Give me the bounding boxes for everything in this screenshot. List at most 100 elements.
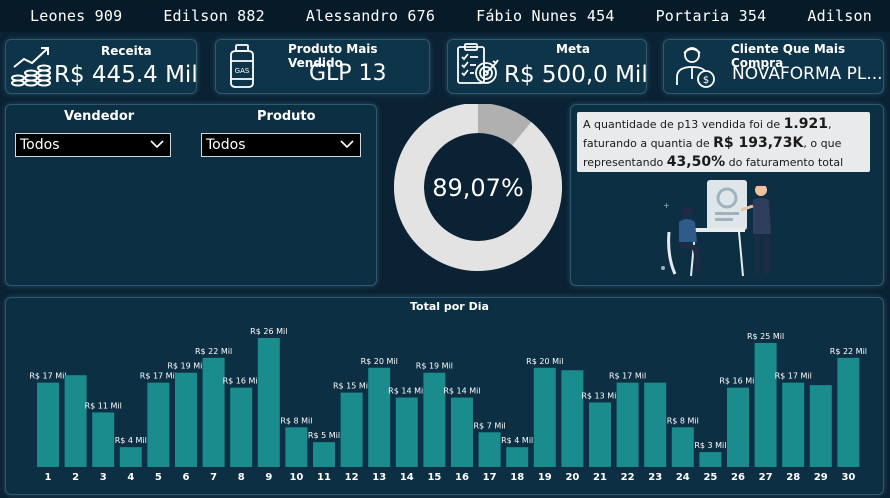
bar-day-25[interactable]: [699, 452, 722, 467]
money-growth-icon: [11, 47, 51, 87]
x-tick-label: 25: [703, 472, 717, 483]
bar-day-19[interactable]: [533, 367, 556, 467]
bar-data-label: R$ 8 Mil: [667, 416, 699, 425]
bar-day-14[interactable]: [395, 397, 418, 467]
bar-data-label: R$ 4 Mil: [115, 436, 147, 445]
bar-data-label: R$ 3 Mil: [694, 441, 726, 450]
bar-day-12[interactable]: [340, 392, 363, 467]
bar-day-10[interactable]: [285, 427, 308, 467]
chevron-down-icon: [340, 140, 354, 149]
ticker-item: Edilson 882: [163, 7, 265, 25]
x-tick-label: 18: [510, 472, 524, 483]
bar-data-label: R$ 7 Mil: [474, 421, 506, 430]
bar-day-3[interactable]: [92, 412, 115, 467]
svg-text:+: +: [663, 201, 670, 210]
kpi-value: R$ 500,0 Mil: [504, 62, 648, 88]
bar-day-22[interactable]: [616, 382, 639, 467]
bar-data-label: R$ 4 Mil: [501, 436, 533, 445]
bar-day-28[interactable]: [782, 382, 805, 467]
bar-day-21[interactable]: [589, 402, 611, 468]
bar-day-8[interactable]: [230, 387, 253, 467]
bar-data-label: R$ 20 Mil: [526, 357, 563, 366]
bar-data-label: R$ 16 Mil: [719, 377, 756, 386]
x-tick-label: 8: [238, 472, 245, 483]
bar-data-label: R$ 14 Mil: [388, 387, 425, 396]
kpi-cliente-card: $ Cliente Que Mais Compra NOVAFORMA PL..…: [663, 39, 884, 94]
gas-cylinder-icon: GAS: [230, 44, 254, 88]
vendedor-dropdown[interactable]: Todos: [15, 133, 171, 157]
kpi-receita-card: Receita R$ 445.4 Mil: [5, 39, 198, 94]
produto-label: Produto: [257, 109, 316, 124]
bar-day-2[interactable]: [64, 375, 87, 467]
bar-day-4[interactable]: [119, 447, 142, 467]
bar-data-label: R$ 19 Mil: [167, 362, 204, 371]
produto-dropdown[interactable]: Todos: [201, 133, 361, 157]
bar-day-16[interactable]: [451, 397, 473, 467]
bar-day-15[interactable]: [423, 372, 446, 467]
x-tick-label: 1: [45, 472, 52, 483]
bar-data-label: R$ 20 Mil: [361, 357, 398, 366]
bar-day-5[interactable]: [147, 382, 170, 467]
x-tick-label: 27: [759, 472, 773, 483]
kpi-value: R$ 445.4 Mil: [54, 62, 198, 88]
x-tick-label: 13: [372, 472, 386, 483]
bar-day-6[interactable]: [175, 372, 197, 467]
x-tick-label: 10: [289, 472, 303, 483]
x-tick-label: 24: [676, 472, 690, 483]
ticker-item: Fábio Nunes 454: [476, 7, 615, 25]
bar-day-29[interactable]: [809, 385, 832, 467]
ticker-bar: Leones 909 Edilson 882 Alessandro 676 Fá…: [0, 0, 890, 32]
x-tick-label: 6: [183, 472, 190, 483]
bar-data-label: R$ 19 Mil: [416, 362, 453, 371]
kpi-value: GLP 13: [309, 61, 387, 86]
donut-percent-label: 89,07%: [432, 174, 524, 202]
x-tick-label: 15: [427, 472, 441, 483]
bar-day-26[interactable]: [727, 387, 749, 467]
x-tick-label: 21: [593, 472, 607, 483]
kpi-produto-card: GAS Produto Mais Vendido GLP 13: [215, 39, 430, 94]
vendedor-selected-value: Todos: [20, 137, 60, 153]
ticker-item: Alessandro 676: [305, 7, 436, 25]
x-tick-label: 19: [538, 472, 552, 483]
bar-day-27[interactable]: [754, 342, 777, 467]
bar-data-label: R$ 16 Mil: [223, 377, 260, 386]
x-tick-label: 23: [648, 472, 662, 483]
bar-day-7[interactable]: [202, 357, 225, 467]
x-tick-label: 9: [265, 472, 272, 483]
x-tick-label: 28: [786, 472, 800, 483]
bar-day-23[interactable]: [644, 382, 667, 467]
bar-data-label: R$ 22 Mil: [830, 347, 867, 356]
bar-day-13[interactable]: [368, 367, 391, 467]
bar-day-17[interactable]: [478, 432, 501, 467]
x-tick-label: 22: [621, 472, 635, 483]
bar-day-30[interactable]: [837, 357, 860, 467]
bar-data-label: R$ 22 Mil: [195, 347, 232, 356]
bar-day-20[interactable]: [561, 370, 584, 467]
x-tick-label: 16: [455, 472, 469, 483]
bar-day-18[interactable]: [506, 447, 529, 467]
svg-text:$: $: [703, 75, 709, 86]
bar-day-11[interactable]: [313, 442, 335, 467]
chevron-down-icon: [150, 140, 164, 149]
filter-panel: [5, 104, 377, 286]
x-tick-label: 5: [155, 472, 162, 483]
bar-data-label: R$ 13 Mil: [581, 392, 618, 401]
x-tick-label: 7: [210, 472, 217, 483]
bar-day-1[interactable]: [37, 382, 59, 467]
produto-selected-value: Todos: [206, 137, 246, 153]
donut-chart: 89,07%: [394, 104, 562, 271]
bar-day-9[interactable]: [257, 338, 280, 467]
bar-data-label: R$ 14 Mil: [443, 387, 480, 396]
x-tick-label: 2: [72, 472, 79, 483]
bar-data-label: R$ 17 Mil: [609, 372, 646, 381]
vendedor-label: Vendedor: [64, 109, 135, 124]
customer-money-icon: $: [676, 47, 715, 88]
x-tick-label: 14: [400, 472, 414, 483]
bar-day-24[interactable]: [671, 427, 694, 467]
bar-data-label: R$ 17 Mil: [29, 372, 66, 381]
bar-data-label: R$ 8 Mil: [280, 416, 312, 425]
x-tick-label: 20: [565, 472, 579, 483]
ticker-item: Portaria 354: [655, 7, 767, 25]
bar-data-label: R$ 17 Mil: [140, 372, 177, 381]
bar-data-label: R$ 26 Mil: [250, 327, 287, 336]
